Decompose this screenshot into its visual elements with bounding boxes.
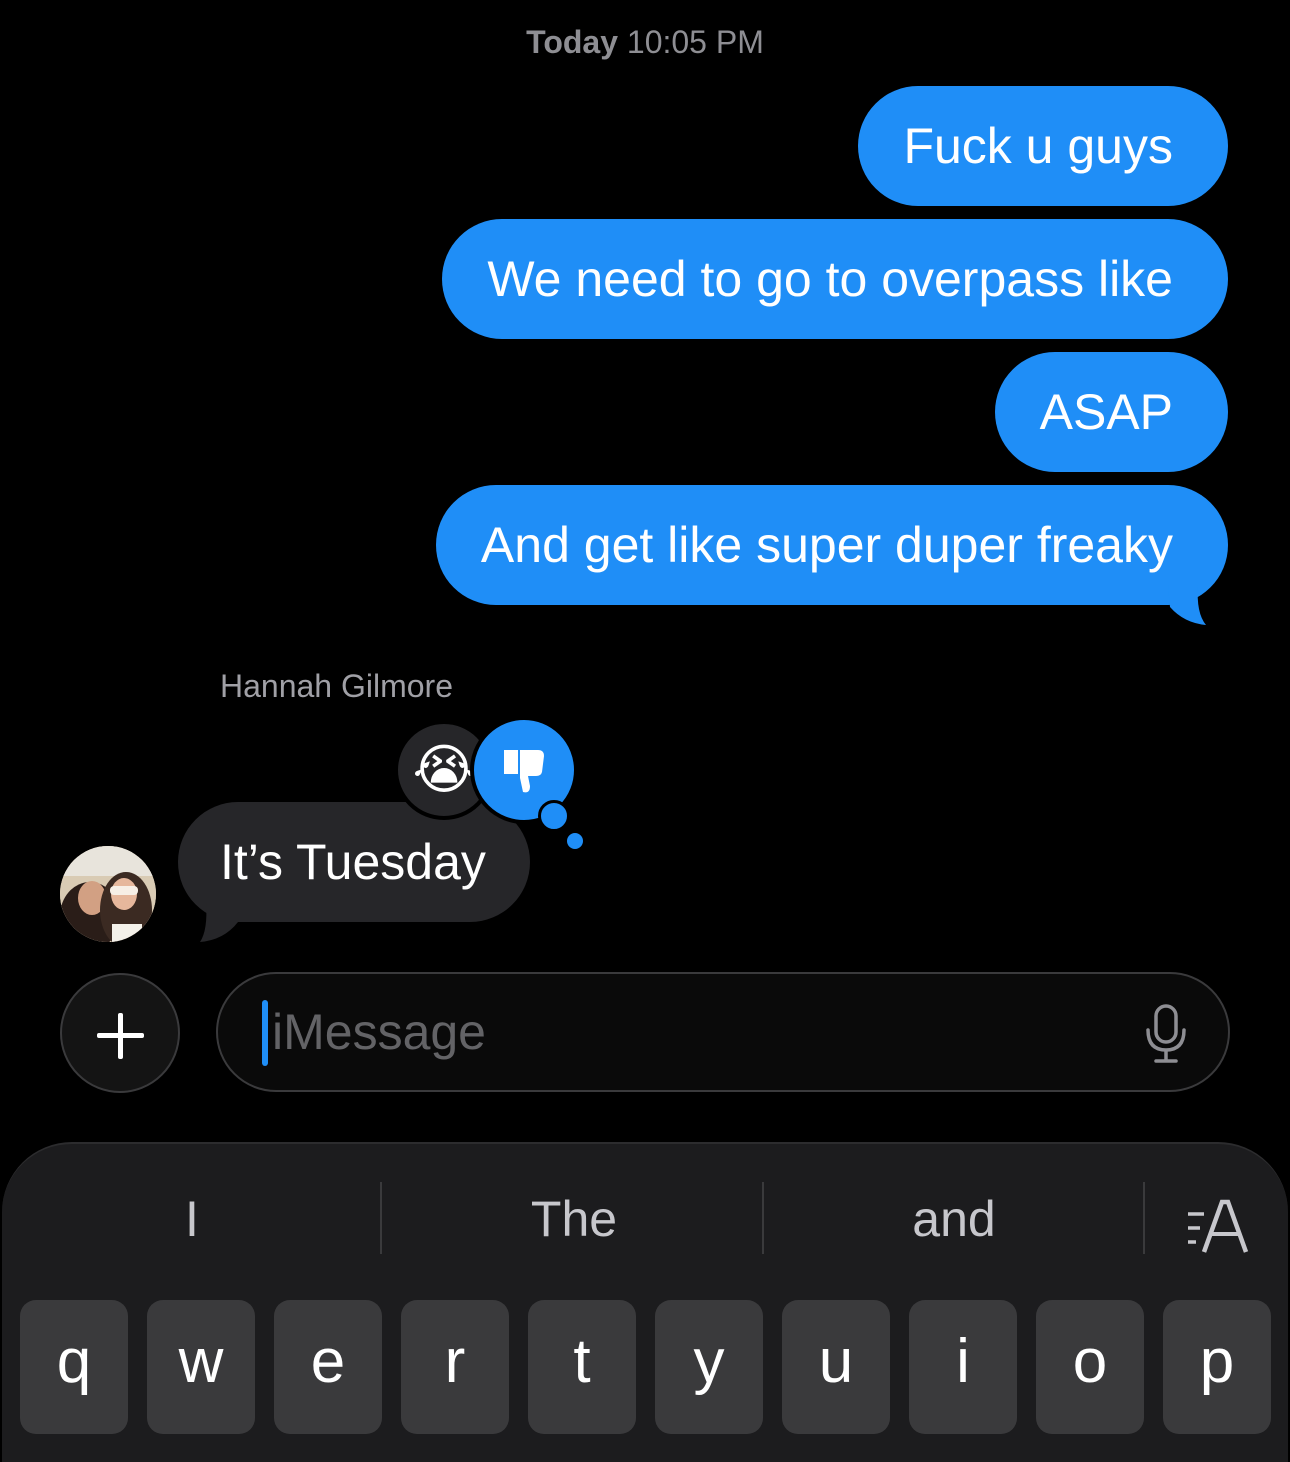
key-o[interactable]: o — [1036, 1300, 1144, 1434]
key-p[interactable]: p — [1163, 1300, 1271, 1434]
sent-message-bubble[interactable]: And get like super duper freaky — [435, 485, 1228, 605]
sent-bubble-tail — [1168, 585, 1206, 625]
suggestion-divider — [1143, 1182, 1145, 1254]
microphone-icon[interactable] — [1144, 1004, 1188, 1064]
sent-message-bubble[interactable]: Fuck u guys — [858, 86, 1228, 206]
text-format-icon[interactable] — [1182, 1198, 1254, 1258]
suggestion-2[interactable]: The — [384, 1184, 764, 1254]
message-input-placeholder: iMessage — [272, 1004, 486, 1060]
key-q[interactable]: q — [20, 1300, 128, 1434]
crying-face-emoji: 😭 — [412, 740, 476, 800]
key-r[interactable]: r — [401, 1300, 509, 1434]
tapback-tail-dot-small — [567, 833, 583, 849]
key-i[interactable]: i — [909, 1300, 1017, 1434]
key-w[interactable]: w — [147, 1300, 255, 1434]
suggestion-3[interactable]: and — [764, 1184, 1144, 1254]
thumbs-down-icon — [504, 750, 544, 793]
sent-message-bubble[interactable]: ASAP — [994, 352, 1228, 472]
avatar-photo — [60, 846, 156, 942]
key-y[interactable]: y — [655, 1300, 763, 1434]
received-bubble-tail — [200, 902, 238, 942]
key-t[interactable]: t — [528, 1300, 636, 1434]
tapback-tail-dot — [538, 800, 570, 832]
keyboard: I The and q w e r t y u i o p — [2, 1142, 1288, 1462]
key-e[interactable]: e — [274, 1300, 382, 1434]
timestamp-time: 10:05 PM — [626, 24, 764, 60]
avatar[interactable] — [60, 846, 156, 942]
message-input-field[interactable]: iMessage — [216, 972, 1230, 1092]
suggestion-1[interactable]: I — [2, 1184, 382, 1254]
plus-icon — [97, 1013, 144, 1059]
sent-message-bubble[interactable]: We need to go to overpass like — [442, 219, 1228, 339]
text-cursor — [262, 1000, 268, 1066]
conversation-timestamp: Today 10:05 PM — [0, 24, 1290, 61]
sender-name: Hannah Gilmore — [220, 668, 453, 704]
apps-plus-button[interactable] — [60, 973, 180, 1093]
suggestion-divider — [380, 1182, 382, 1254]
key-u[interactable]: u — [782, 1300, 890, 1434]
timestamp-day: Today — [526, 24, 618, 60]
